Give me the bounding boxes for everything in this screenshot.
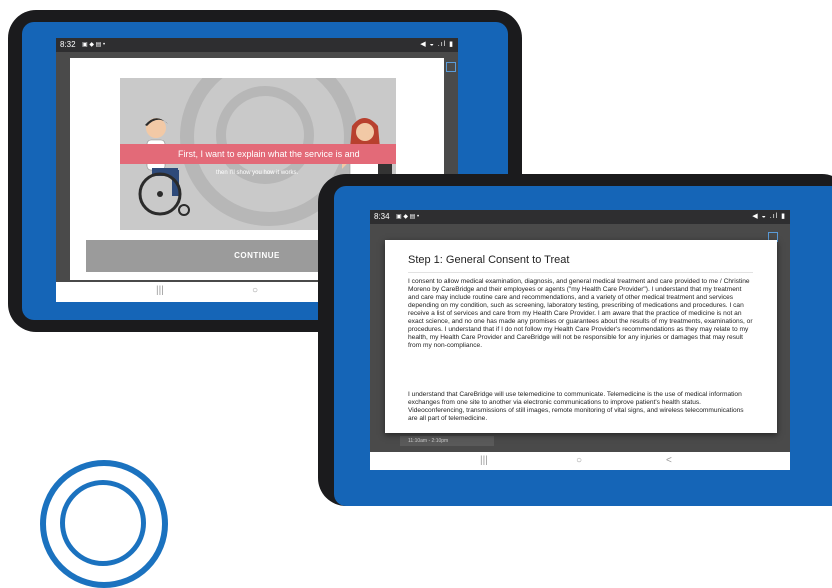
tablet-front: 8:34 ▣ ◆ ▤ • ◀ ◒ .ıl ▮ 11:10am - 2:10pm … (318, 174, 832, 506)
title-divider (408, 272, 753, 273)
status-time: 8:34 (374, 212, 390, 221)
consent-paragraph-2: I understand that CareBridge will use te… (408, 391, 744, 422)
tablet-screen: 8:34 ▣ ◆ ▤ • ◀ ◒ .ıl ▮ 11:10am - 2:10pm … (370, 210, 790, 470)
status-bar: 8:32 ▣ ◆ ▤ • ◀ ◒ .ıl ▮ (56, 38, 458, 52)
chat-icon[interactable] (446, 62, 456, 72)
recent-apps-icon[interactable]: ||| (480, 455, 488, 466)
status-time: 8:32 (60, 40, 76, 49)
caption-text: First, I want to explain what the servic… (178, 149, 360, 159)
background-time-slot: 11:10am - 2:10pm (400, 436, 494, 446)
consent-modal: Step 1: General Consent to Treat I conse… (385, 240, 777, 433)
background-time-slot-text: 11:10am - 2:10pm (408, 438, 449, 444)
sub-caption-text: then I'll show you how it works. (216, 170, 299, 176)
modal-title: Step 1: General Consent to Treat (408, 254, 570, 266)
consent-paragraph-1: I consent to allow medical examination, … (408, 278, 753, 349)
home-icon[interactable]: ○ (252, 285, 258, 296)
status-icons-right: ◀ ◒ .ıl ▮ (420, 41, 454, 48)
status-icons-left: ▣ ◆ ▤ • (82, 42, 106, 48)
recent-apps-icon[interactable]: ||| (156, 285, 164, 296)
back-icon[interactable]: < (666, 455, 672, 466)
status-icons-left: ▣ ◆ ▤ • (396, 214, 420, 220)
status-icons-right: ◀ ◒ .ıl ▮ (752, 213, 786, 220)
navigation-bar: ||| ○ < (370, 452, 790, 470)
status-bar: 8:34 ▣ ◆ ▤ • ◀ ◒ .ıl ▮ (370, 210, 790, 224)
caption-banner: First, I want to explain what the servic… (120, 144, 396, 164)
patient-wheelchair-illustration (138, 118, 190, 216)
home-icon[interactable]: ○ (576, 455, 582, 466)
logo-icon-inner (60, 480, 146, 566)
